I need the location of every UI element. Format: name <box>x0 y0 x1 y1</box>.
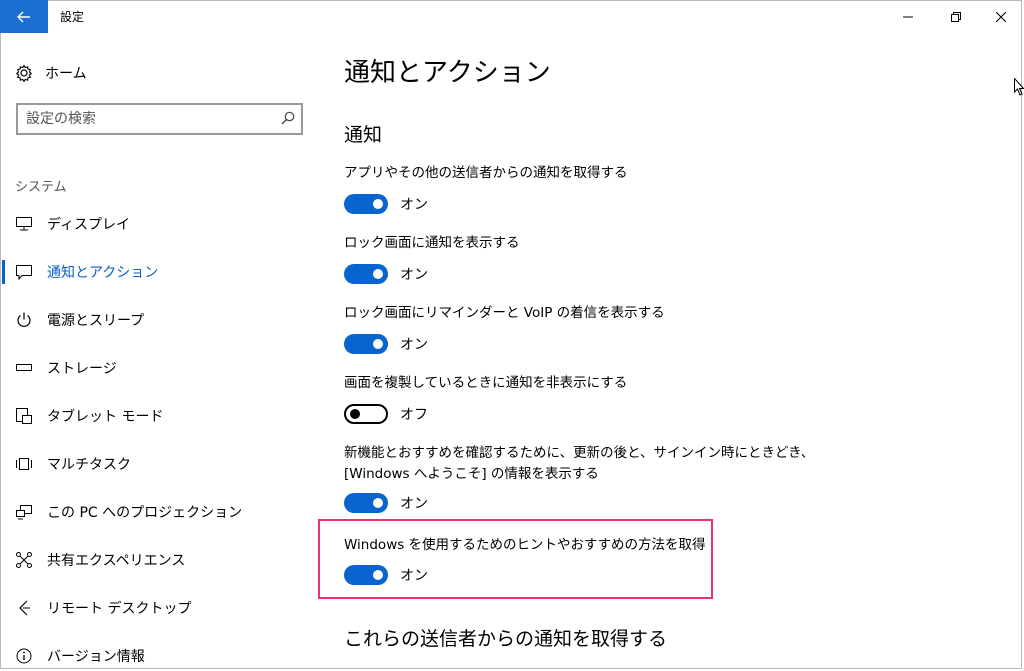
setting-toggle-row: オン <box>344 193 428 215</box>
toggle-tips-suggestions[interactable] <box>344 565 388 585</box>
toggle-reminders-voip[interactable] <box>344 334 388 354</box>
search-input[interactable] <box>26 110 266 128</box>
setting-toggle-row: オフ <box>344 403 428 425</box>
search-icon[interactable] <box>281 111 295 125</box>
sidebar-item-label: 電源とスリープ <box>47 313 145 329</box>
sidebar-item-label: ストレージ <box>47 361 117 377</box>
notification-icon <box>15 263 33 281</box>
close-icon <box>996 11 1006 22</box>
setting-label-tips-suggestions: Windows を使用するためのヒントやおすすめの方法を取得 <box>344 537 706 553</box>
sidebar-item-projection[interactable]: この PC へのプロジェクション <box>0 498 310 526</box>
toggle-state-label: オフ <box>400 407 428 423</box>
sidebar-item-label: マルチタスク <box>47 457 131 473</box>
minimize-icon <box>903 16 913 17</box>
sidebar-item-about[interactable]: バージョン情報 <box>0 642 310 670</box>
toggle-state-label: オン <box>400 337 428 353</box>
sidebar-item-tablet-mode[interactable]: タブレット モード <box>0 402 310 430</box>
toggle-hide-when-duplicating[interactable] <box>344 404 388 424</box>
power-icon <box>15 311 33 329</box>
section-title-senders: これらの送信者からの通知を取得する <box>344 628 668 650</box>
sidebar-item-remote-desktop[interactable]: リモート デスクトップ <box>0 594 310 622</box>
sidebar-item-label: 通知とアクション <box>47 265 159 281</box>
sidebar-item-notifications[interactable]: 通知とアクション <box>0 258 310 286</box>
home-label: ホーム <box>45 66 87 82</box>
toggle-state-label: オン <box>400 496 428 512</box>
setting-label-lock-screen-notifications: ロック画面に通知を表示する <box>344 235 520 251</box>
highlight-box <box>318 519 713 599</box>
setting-label-line: [Windows へようこそ] の情報を表示する <box>344 466 599 482</box>
toggle-app-notifications[interactable] <box>344 194 388 214</box>
setting-label-reminders-voip: ロック画面にリマインダーと VoIP の着信を表示する <box>344 305 665 321</box>
title-bar: 設定 <box>0 0 1024 33</box>
restore-icon <box>951 11 961 22</box>
storage-icon <box>15 359 33 377</box>
sidebar-item-power[interactable]: 電源とスリープ <box>0 306 310 334</box>
toggle-lock-screen-notifications[interactable] <box>344 264 388 284</box>
setting-label-hide-when-duplicating: 画面を複製しているときに通知を非表示にする <box>344 375 628 391</box>
section-title-notifications: 通知 <box>344 124 383 146</box>
gear-icon <box>15 64 33 82</box>
setting-label-welcome-experience: 新機能とおすすめを確認するために、更新の後と、サインイン時にときどき、 [Win… <box>344 443 814 485</box>
setting-toggle-row: オン <box>344 263 428 285</box>
remote-desktop-icon <box>15 599 33 617</box>
monitor-icon <box>15 215 33 233</box>
settings-search-box[interactable] <box>16 103 303 135</box>
restore-button[interactable] <box>933 0 979 33</box>
info-icon <box>15 647 33 665</box>
multitask-icon <box>15 455 33 473</box>
toggle-knob <box>373 199 383 209</box>
sidebar-item-label: 共有エクスペリエンス <box>47 553 186 569</box>
minimize-button[interactable] <box>885 0 931 33</box>
section-label-system: システム <box>15 180 67 195</box>
setting-toggle-row: オン <box>344 564 428 586</box>
page-title: 通知とアクション <box>344 58 551 88</box>
setting-label-line: 新機能とおすすめを確認するために、更新の後と、サインイン時にときどき、 <box>344 445 815 461</box>
setting-label-app-notifications: アプリやその他の送信者からの通知を取得する <box>344 165 628 181</box>
sidebar-item-label: この PC へのプロジェクション <box>47 505 243 521</box>
sidebar-item-shared-experience[interactable]: 共有エクスペリエンス <box>0 546 310 574</box>
sidebar-item-label: タブレット モード <box>47 409 164 425</box>
arrow-left-icon <box>17 11 30 22</box>
toggle-state-label: オン <box>400 197 428 213</box>
setting-toggle-row: オン <box>344 492 428 514</box>
toggle-knob <box>373 269 383 279</box>
toggle-knob <box>373 339 383 349</box>
sidebar-item-storage[interactable]: ストレージ <box>0 354 310 382</box>
toggle-knob <box>373 570 383 580</box>
sidebar-item-label: バージョン情報 <box>47 649 145 665</box>
back-button[interactable] <box>0 0 48 33</box>
setting-toggle-row: オン <box>344 333 428 355</box>
toggle-knob <box>373 498 383 508</box>
window-title: 設定 <box>60 10 85 24</box>
shared-experience-icon <box>15 551 33 569</box>
sidebar-item-multitask[interactable]: マルチタスク <box>0 450 310 478</box>
tablet-mode-icon <box>15 407 33 425</box>
toggle-state-label: オン <box>400 267 428 283</box>
mouse-cursor-icon <box>1014 78 1024 96</box>
home-link[interactable]: ホーム <box>15 62 87 84</box>
toggle-knob <box>350 409 360 419</box>
sidebar-item-label: ディスプレイ <box>47 217 131 233</box>
projection-icon <box>15 503 33 521</box>
sidebar-item-display[interactable]: ディスプレイ <box>0 210 310 238</box>
toggle-state-label: オン <box>400 568 428 584</box>
sidebar-item-label: リモート デスクトップ <box>47 601 192 617</box>
toggle-welcome-experience[interactable] <box>344 493 388 513</box>
close-button[interactable] <box>978 0 1024 33</box>
